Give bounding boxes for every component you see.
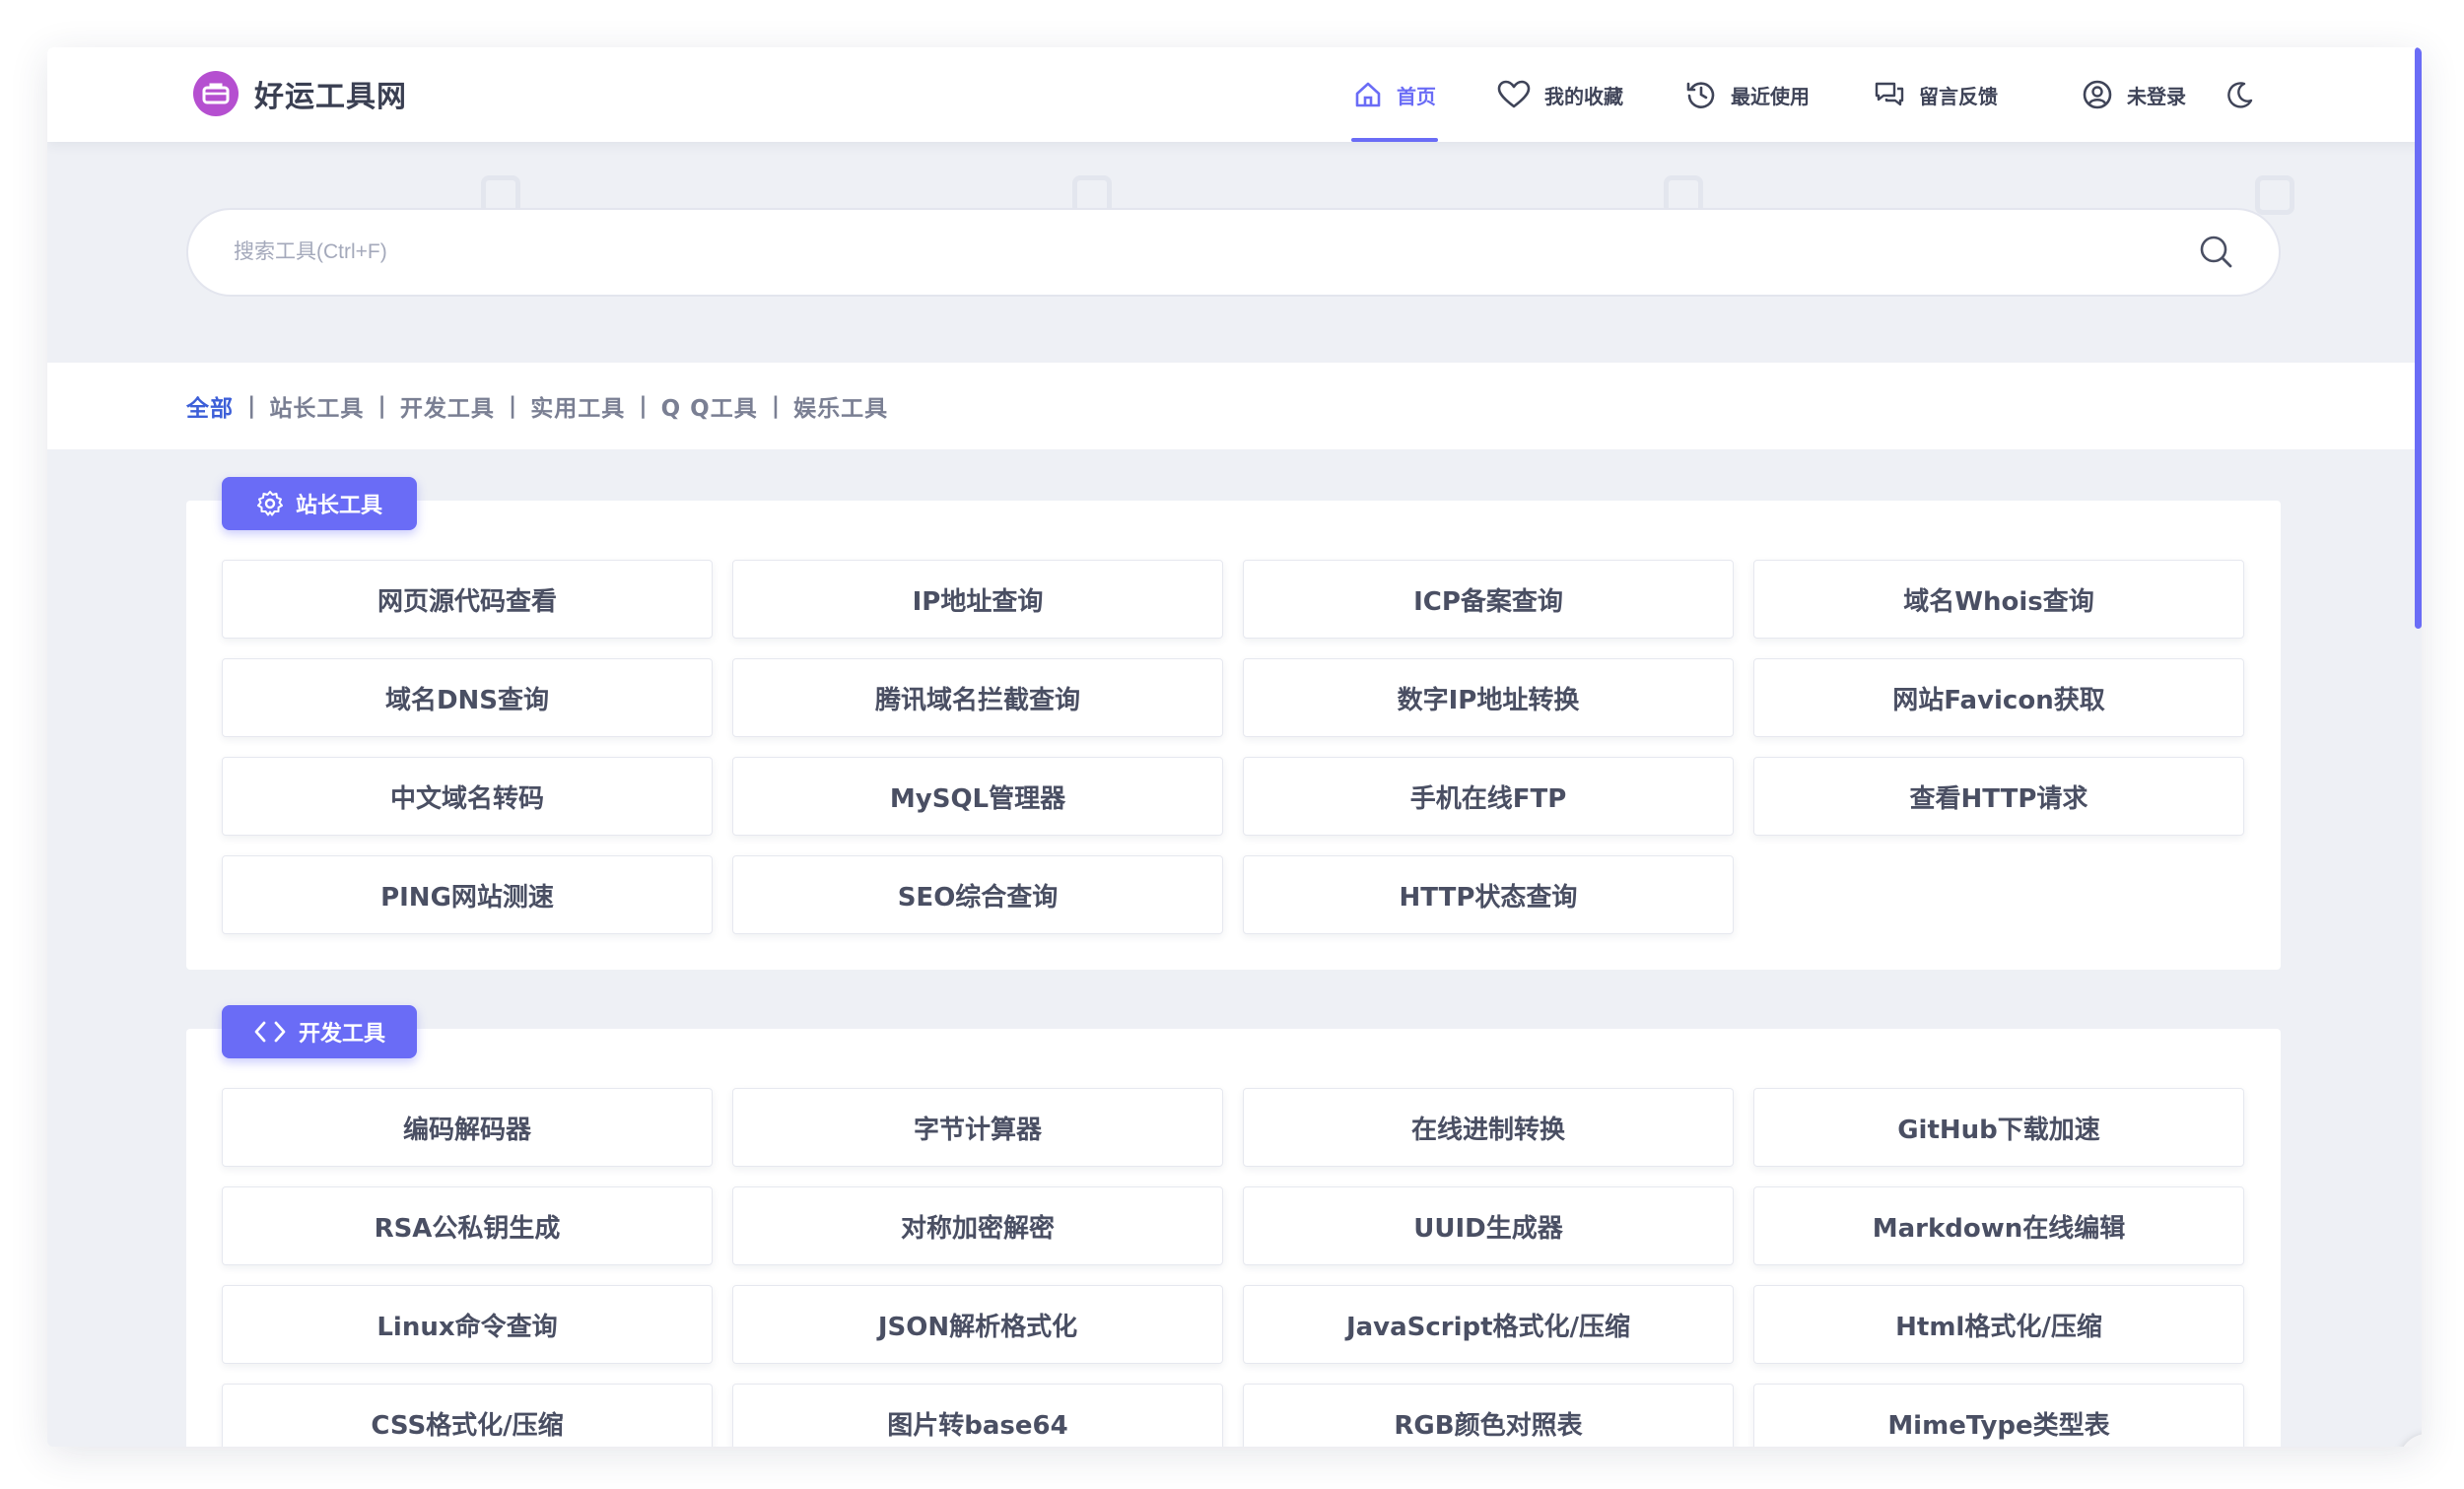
tool-card[interactable]: 域名Whois查询 [1753,560,2244,639]
tool-card[interactable]: UUID生成器 [1243,1186,1734,1265]
top-navbar: 好运工具网 首页 我的收藏 最近使用 留言反馈 未登录 [47,47,2422,142]
gear-icon [256,491,283,516]
assistant-avatar[interactable] [2399,1434,2422,1447]
tool-card[interactable]: Html格式化/压缩 [1753,1285,2244,1364]
nav-home-label: 首页 [1397,84,1436,108]
tool-card[interactable]: GitHub下载加速 [1753,1088,2244,1167]
section-title: 站长工具 [295,494,382,518]
nav-recent-label: 最近使用 [1731,84,1810,108]
avatar-icon [2403,1434,2422,1447]
background-decoration [2255,175,2294,215]
tool-card[interactable]: Markdown在线编辑 [1753,1186,2244,1265]
category-separator: | [639,393,648,419]
tool-card[interactable]: 手机在线FTP [1243,757,1734,836]
moon-icon [2227,82,2253,108]
tool-card[interactable]: 网页源代码查看 [222,560,713,639]
tool-card[interactable]: 中文域名转码 [222,757,713,836]
category-dev-tools[interactable]: 开发工具 [400,389,495,423]
category-separator: | [377,393,386,419]
tool-card[interactable]: 腾讯域名拦截查询 [732,658,1223,737]
tool-grid: 网页源代码查看 IP地址查询 ICP备案查询 域名Whois查询 域名DNS查询… [222,560,2244,934]
category-separator: | [247,393,256,419]
nav-feedback-label: 留言反馈 [1919,84,1998,108]
app-window: 好运工具网 首页 我的收藏 最近使用 留言反馈 未登录 搜索工具(Ctrl+F)… [47,47,2422,1447]
dark-mode-toggle[interactable] [2225,47,2269,142]
tool-grid: 编码解码器 字节计算器 在线进制转换 GitHub下载加速 RSA公私钥生成 对… [222,1088,2244,1447]
search-bar [186,208,2281,297]
tool-card[interactable]: 数字IP地址转换 [1243,658,1734,737]
site-logo[interactable]: 好运工具网 [193,71,407,116]
tool-card[interactable]: PING网站测速 [222,855,713,934]
tool-card[interactable]: 网站Favicon获取 [1753,658,2244,737]
tool-card[interactable]: 在线进制转换 [1243,1088,1734,1167]
tool-card[interactable]: ICP备案查询 [1243,560,1734,639]
nav-favorites[interactable]: 我的收藏 [1497,47,1623,142]
category-fun-tools[interactable]: 娱乐工具 [793,389,888,423]
tool-card[interactable]: IP地址查询 [732,560,1223,639]
tool-card[interactable]: CSS格式化/压缩 [222,1384,713,1447]
section-dev-tools-header: 开发工具 [222,1005,417,1058]
section-dev-tools: 开发工具 编码解码器 字节计算器 在线进制转换 GitHub下载加速 RSA公私… [186,1005,2281,1447]
category-separator: | [508,393,517,419]
search-icon[interactable] [2198,234,2235,271]
section-site-tools: 站长工具 网页源代码查看 IP地址查询 ICP备案查询 域名Whois查询 域名… [186,477,2281,970]
tool-card[interactable]: 编码解码器 [222,1088,713,1167]
heart-icon [1497,80,1531,108]
tool-card[interactable]: MimeType类型表 [1753,1384,2244,1447]
code-icon [254,1021,286,1043]
tool-card[interactable]: 查看HTTP请求 [1753,757,2244,836]
history-icon [1686,82,1715,108]
category-filter: 全部 | 站长工具 | 开发工具 | 实用工具 | Q Q工具 | 娱乐工具 [186,363,888,449]
tool-card[interactable]: RGB颜色对照表 [1243,1384,1734,1447]
category-utility-tools[interactable]: 实用工具 [530,389,625,423]
user-circle-icon [2083,80,2112,109]
nav-login[interactable]: 未登录 [2082,47,2186,142]
home-icon [1355,82,1381,107]
tool-card[interactable]: RSA公私钥生成 [222,1186,713,1265]
category-site-tools[interactable]: 站长工具 [269,389,364,423]
category-separator: | [771,393,781,419]
section-title: 开发工具 [298,1022,385,1047]
nav-recent[interactable]: 最近使用 [1685,47,1810,142]
chat-icon [1875,82,1904,106]
toolbox-icon [193,71,239,116]
section-site-tools-header: 站长工具 [222,477,417,530]
scrollbar-thumb[interactable] [2415,47,2422,629]
tool-card[interactable]: 对称加密解密 [732,1186,1223,1265]
tool-card[interactable]: 域名DNS查询 [222,658,713,737]
site-name: 好运工具网 [254,80,407,114]
tool-card[interactable]: Linux命令查询 [222,1285,713,1364]
tool-card[interactable]: MySQL管理器 [732,757,1223,836]
category-qq-tools[interactable]: Q Q工具 [661,389,758,423]
search-input[interactable] [234,210,2106,295]
tool-card[interactable]: JSON解析格式化 [732,1285,1223,1364]
tool-card[interactable]: SEO综合查询 [732,855,1223,934]
tool-card[interactable]: 图片转base64 [732,1384,1223,1447]
tool-card[interactable]: HTTP状态查询 [1243,855,1734,934]
nav-favorites-label: 我的收藏 [1544,84,1623,108]
tool-card[interactable]: JavaScript格式化/压缩 [1243,1285,1734,1364]
nav-login-label: 未登录 [2127,84,2186,108]
category-all[interactable]: 全部 [186,389,234,423]
nav-feedback[interactable]: 留言反馈 [1874,47,1998,142]
nav-home[interactable]: 首页 [1351,47,1438,142]
category-filter-bar: 全部 | 站长工具 | 开发工具 | 实用工具 | Q Q工具 | 娱乐工具 [47,363,2422,449]
tool-card[interactable]: 字节计算器 [732,1088,1223,1167]
